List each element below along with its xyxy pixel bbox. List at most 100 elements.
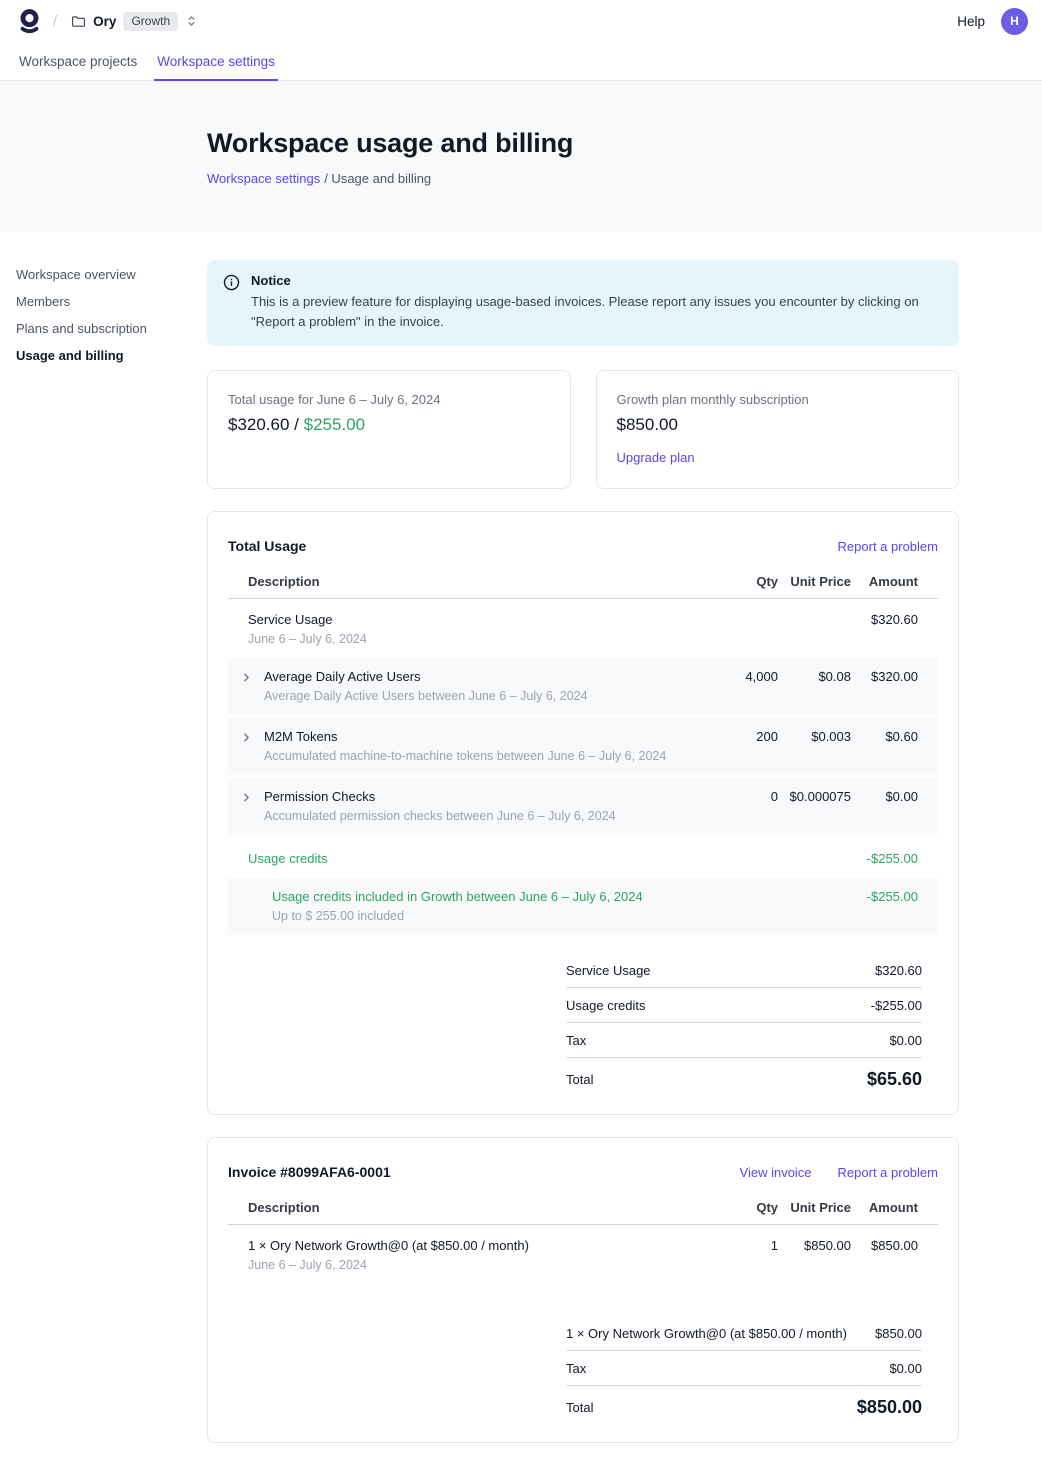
ory-logo[interactable]	[16, 8, 43, 35]
usage-totals: Service Usage $320.60 Usage credits -$25…	[566, 953, 922, 1090]
totals-label: Tax	[566, 1033, 586, 1048]
chevron-right-icon[interactable]	[240, 731, 256, 744]
content: Workspace overview Members Plans and sub…	[0, 232, 1042, 1459]
row-subtitle: Up to $ 255.00 included	[272, 909, 708, 923]
sidebar-item-workspace-overview[interactable]: Workspace overview	[16, 268, 207, 281]
col-qty: Qty	[708, 1200, 778, 1215]
report-problem-link[interactable]: Report a problem	[838, 539, 938, 554]
col-qty: Qty	[708, 574, 778, 589]
avatar[interactable]: H	[1001, 8, 1028, 35]
grand-total-row: Total $65.60	[566, 1058, 922, 1090]
row-subtitle: Accumulated permission checks between Ju…	[264, 809, 708, 823]
row-title: Average Daily Active Users	[264, 669, 708, 684]
summary-cards: Total usage for June 6 – July 6, 2024 $3…	[207, 370, 959, 489]
plan-card-price: $850.00	[617, 415, 939, 435]
row-title: M2M Tokens	[264, 729, 708, 744]
usage-panel-header: Total Usage Report a problem	[228, 532, 938, 570]
col-description: Description	[248, 574, 708, 589]
topbar-right: Help H	[957, 8, 1028, 35]
page-hero: Workspace usage and billing Workspace se…	[0, 81, 1042, 232]
row-subtitle: Accumulated machine-to-machine tokens be…	[264, 749, 708, 763]
usage-value-separator: /	[289, 415, 303, 434]
plan-card: Growth plan monthly subscription $850.00…	[596, 370, 960, 489]
workspace-switcher[interactable]: Ory Growth	[67, 8, 202, 35]
page-title: Workspace usage and billing	[207, 128, 1042, 159]
totals-label: Tax	[566, 1361, 586, 1376]
total-usage-card: Total usage for June 6 – July 6, 2024 $3…	[207, 370, 571, 489]
group-title: Service Usage	[248, 612, 708, 627]
breadcrumb-current: / Usage and billing	[324, 171, 431, 186]
total-usage-value: $320.60 / $255.00	[228, 415, 550, 435]
tab-workspace-settings[interactable]: Workspace settings	[154, 42, 278, 81]
workspace-name: Ory	[93, 14, 116, 29]
chevron-right-icon[interactable]	[240, 671, 256, 684]
totals-row: Usage credits -$255.00	[566, 988, 922, 1023]
group-amount: -$255.00	[851, 851, 918, 866]
sidebar-item-usage-billing[interactable]: Usage and billing	[16, 349, 207, 362]
invoice-totals: 1 × Ory Network Growth@0 (at $850.00 / m…	[566, 1316, 922, 1418]
folder-icon	[71, 14, 86, 29]
chevron-right-icon[interactable]	[240, 791, 256, 804]
totals-label: 1 × Ory Network Growth@0 (at $850.00 / m…	[566, 1326, 847, 1341]
totals-label: Service Usage	[566, 963, 651, 978]
sidebar-item-members[interactable]: Members	[16, 295, 207, 308]
row-amount: $850.00	[851, 1238, 918, 1272]
row-qty: 4,000	[708, 669, 778, 684]
usage-used-amount: $320.60	[228, 415, 289, 434]
row-qty: 1	[708, 1238, 778, 1272]
info-icon	[223, 274, 240, 332]
breadcrumb-settings-link[interactable]: Workspace settings	[207, 171, 320, 186]
breadcrumb: Workspace settings / Usage and billing	[207, 171, 1042, 186]
usage-row-permission-checks: Permission Checks Accumulated permission…	[228, 778, 938, 835]
usage-credits-group-row: Usage credits -$255.00	[228, 838, 938, 878]
total-usage-label: Total usage for June 6 – July 6, 2024	[228, 392, 550, 407]
usage-panel-title: Total Usage	[228, 538, 306, 554]
upgrade-plan-link[interactable]: Upgrade plan	[617, 450, 695, 465]
row-unit-price: $850.00	[778, 1238, 851, 1272]
grand-total-label: Total	[566, 1400, 593, 1415]
tab-workspace-projects[interactable]: Workspace projects	[16, 42, 140, 81]
row-qty: 0	[708, 789, 778, 804]
settings-sidenav: Workspace overview Members Plans and sub…	[16, 260, 207, 1443]
row-title: 1 × Ory Network Growth@0 (at $850.00 / m…	[248, 1238, 708, 1253]
invoice-table-header: Description Qty Unit Price Amount	[228, 1196, 938, 1225]
view-invoice-link[interactable]: View invoice	[740, 1165, 812, 1180]
usage-credit-amount: $255.00	[304, 415, 365, 434]
col-unit-price: Unit Price	[778, 574, 851, 589]
notice-body: This is a preview feature for displaying…	[251, 292, 941, 332]
report-problem-link[interactable]: Report a problem	[838, 1165, 938, 1180]
col-amount: Amount	[851, 1200, 918, 1215]
totals-value: -$255.00	[871, 998, 922, 1013]
topbar: / Ory Growth Help H	[0, 0, 1042, 42]
row-title: Usage credits included in Growth between…	[272, 889, 708, 904]
notice-title: Notice	[251, 273, 941, 288]
row-subtitle: Average Daily Active Users between June …	[264, 689, 708, 703]
row-subtitle: June 6 – July 6, 2024	[248, 1258, 708, 1272]
row-amount: -$255.00	[851, 889, 918, 904]
main-panel: Notice This is a preview feature for dis…	[207, 260, 959, 1443]
invoice-panel: Invoice #8099AFA6-0001 View invoice Repo…	[207, 1137, 959, 1443]
grand-total-value: $850.00	[857, 1397, 922, 1418]
invoice-panel-header: Invoice #8099AFA6-0001 View invoice Repo…	[228, 1158, 938, 1196]
invoice-line-item-row: 1 × Ory Network Growth@0 (at $850.00 / m…	[228, 1225, 938, 1284]
totals-row: Service Usage $320.60	[566, 953, 922, 988]
totals-value: $0.00	[889, 1361, 922, 1376]
row-title: Permission Checks	[264, 789, 708, 804]
row-amount: $320.00	[851, 669, 918, 684]
sidebar-item-plans-subscription[interactable]: Plans and subscription	[16, 322, 207, 335]
service-usage-group-row: Service Usage June 6 – July 6, 2024 $320…	[228, 599, 938, 658]
usage-row-m2m-tokens: M2M Tokens Accumulated machine-to-machin…	[228, 718, 938, 775]
row-unit-price: $0.08	[778, 669, 851, 684]
col-amount: Amount	[851, 574, 918, 589]
totals-row: Tax $0.00	[566, 1023, 922, 1058]
workspace-tabs: Workspace projects Workspace settings	[0, 42, 1042, 81]
total-usage-panel: Total Usage Report a problem Description…	[207, 511, 959, 1115]
totals-label: Usage credits	[566, 998, 645, 1013]
row-amount: $0.60	[851, 729, 918, 744]
grand-total-row: Total $850.00	[566, 1386, 922, 1418]
usage-row-daily-active-users: Average Daily Active Users Average Daily…	[228, 658, 938, 715]
help-link[interactable]: Help	[957, 14, 985, 29]
notice-text: Notice This is a preview feature for dis…	[251, 273, 941, 332]
col-unit-price: Unit Price	[778, 1200, 851, 1215]
group-title: Usage credits	[248, 851, 708, 866]
